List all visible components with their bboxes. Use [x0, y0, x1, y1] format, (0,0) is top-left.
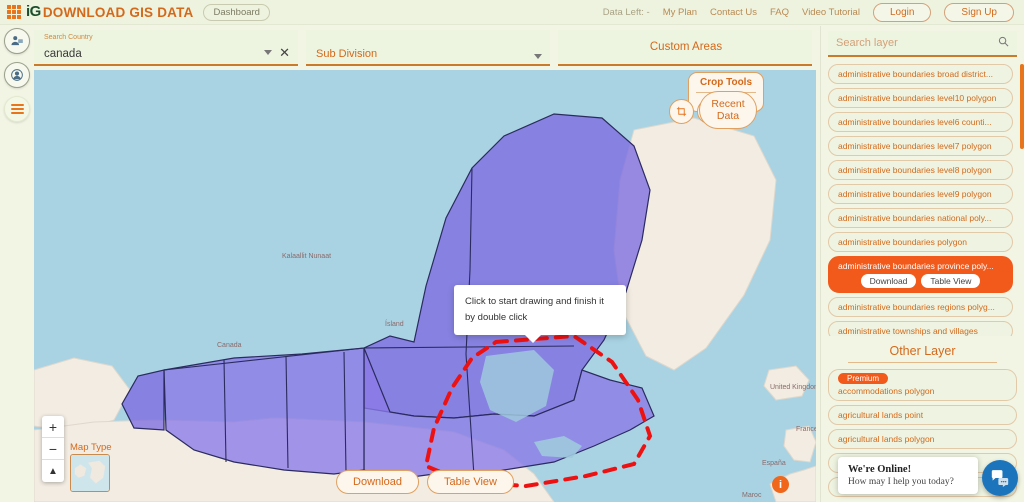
other-layer-label: accommodations polygon	[838, 386, 935, 396]
layer-item-label: administrative boundaries province poly.…	[838, 261, 994, 271]
map-zoom-controls: + − ▲	[42, 416, 64, 482]
zoom-out-button[interactable]: −	[42, 438, 64, 460]
data-left-label: Data Left: -	[602, 6, 650, 18]
chat-greeting-bubble[interactable]: We're Online! How may I help you today?	[838, 457, 978, 494]
premium-badge: Premium	[838, 373, 889, 384]
layer-item-label: administrative boundaries polygon	[838, 237, 967, 247]
signup-button[interactable]: Sign Up	[944, 2, 1014, 22]
nav-video-tutorial[interactable]: Video Tutorial	[802, 7, 860, 18]
layer-item-actions: Download Table View	[838, 274, 1003, 288]
user-account-icon[interactable]	[4, 62, 30, 88]
layer-item-label: administrative boundaries level8 polygon	[838, 165, 992, 175]
layer-item-label: administrative boundaries level6 counti.…	[838, 117, 992, 127]
other-layer-heading: Other Layer	[848, 338, 997, 363]
search-country-value: canada	[44, 48, 82, 60]
crop-icon[interactable]	[669, 99, 694, 124]
map-table-view-button[interactable]: Table View	[426, 470, 514, 494]
map-marker-pin[interactable]: i	[772, 476, 789, 493]
nav-faq[interactable]: FAQ	[770, 7, 789, 18]
custom-areas-field[interactable]: Custom Areas	[558, 30, 812, 66]
layer-list-scrollbar[interactable]	[1020, 64, 1024, 149]
layer-item[interactable]: administrative boundaries level7 polygon	[828, 136, 1013, 156]
map-label: France	[796, 426, 816, 433]
layer-item-label: administrative boundaries level10 polygo…	[838, 93, 997, 103]
other-layer-item[interactable]: agricultural lands point	[828, 405, 1017, 425]
nav-my-plan[interactable]: My Plan	[663, 7, 697, 18]
chat-title: We're Online!	[848, 464, 912, 475]
dashboard-button[interactable]: Dashboard	[203, 3, 270, 21]
map-label: España	[762, 460, 786, 467]
layer-item-label: administrative boundaries broad district…	[838, 69, 993, 79]
world-thumbnail-icon	[71, 455, 109, 491]
search-country-field[interactable]: Search Country canada ✕	[34, 30, 298, 66]
top-header: iG DOWNLOAD GIS DATA Dashboard Data Left…	[0, 0, 1024, 25]
map-download-button[interactable]: Download	[336, 470, 419, 494]
country-dropdown-caret-icon[interactable]	[264, 50, 273, 55]
other-layer-label: agricultural lands point	[838, 410, 924, 420]
layer-item[interactable]: administrative boundaries national poly.…	[828, 208, 1013, 228]
header-nav: Data Left: - My Plan Contact Us FAQ Vide…	[602, 2, 1024, 22]
map-label: Ísland	[385, 321, 404, 328]
brand-title: DOWNLOAD GIS DATA	[42, 4, 194, 20]
map-label: Canada	[217, 342, 242, 349]
layer-item-label: administrative boundaries level9 polygon	[838, 189, 992, 199]
layer-item-label: administrative boundaries regions polyg.…	[838, 302, 995, 312]
brand-logo-mark: iG	[26, 2, 41, 20]
zoom-in-button[interactable]: +	[42, 416, 64, 438]
map-basemap	[34, 70, 816, 502]
layer-list[interactable]: administrative boundaries broad district…	[828, 64, 1017, 336]
hamburger-menu-icon[interactable]	[4, 96, 30, 122]
layer-item[interactable]: administrative boundaries level9 polygon	[828, 184, 1013, 204]
chat-bubble-icon[interactable]	[982, 460, 1018, 496]
map-type-thumbnail[interactable]	[70, 454, 110, 492]
search-country-label: Search Country	[44, 34, 93, 41]
layer-table-view-button[interactable]: Table View	[921, 274, 981, 288]
search-toolbar: Search Country canada ✕ Sub Division Cus…	[34, 26, 816, 69]
layer-download-button[interactable]: Download	[860, 274, 917, 288]
chat-subtitle: How may I help you today?	[848, 477, 954, 487]
layer-item[interactable]: administrative boundaries level10 polygo…	[828, 88, 1013, 108]
compass-button[interactable]: ▲	[42, 460, 64, 482]
subdivision-dropdown-caret-icon[interactable]	[534, 54, 542, 59]
other-layer-label: agricultural lands polygon	[838, 434, 935, 444]
custom-areas-label: Custom Areas	[649, 41, 723, 53]
map-label: Kalaallit Nunaat	[282, 253, 332, 260]
country-clear-icon[interactable]: ✕	[279, 46, 290, 59]
map-canvas[interactable]: Kalaallit Nunaat Ísland Canada United Ki…	[34, 70, 816, 502]
layer-item[interactable]: administrative boundaries polygon	[828, 232, 1013, 252]
map-label: United Kingdom	[770, 384, 816, 391]
other-layer-item[interactable]: Premium accommodations polygon	[828, 369, 1017, 401]
layer-item-label: administrative boundaries national poly.…	[838, 213, 992, 223]
app-root: iG DOWNLOAD GIS DATA Dashboard Data Left…	[0, 0, 1024, 502]
layer-item-active[interactable]: administrative boundaries province poly.…	[828, 256, 1013, 293]
left-rail	[4, 28, 34, 130]
search-icon[interactable]	[998, 36, 1009, 50]
nav-contact-us[interactable]: Contact Us	[710, 7, 757, 18]
layer-panel: Search layer administrative boundaries b…	[820, 26, 1024, 502]
user-profile-icon[interactable]	[4, 28, 30, 54]
map-action-buttons: Download Table View	[336, 470, 514, 494]
layer-item[interactable]: administrative boundaries broad district…	[828, 64, 1013, 84]
login-button[interactable]: Login	[872, 2, 932, 22]
crop-tools-panel: Crop Tools Recent Data	[669, 72, 764, 129]
layer-item[interactable]: administrative boundaries level8 polygon	[828, 160, 1013, 180]
layer-item[interactable]: administrative boundaries regions polyg.…	[828, 297, 1013, 317]
layer-item-label: administrative boundaries level7 polygon	[838, 141, 992, 151]
layer-item[interactable]: administrative boundaries level6 counti.…	[828, 112, 1013, 132]
map-label: Maroc	[742, 492, 762, 499]
search-layer-placeholder: Search layer	[836, 37, 898, 49]
layer-item-label: administrative townships and villages	[838, 326, 978, 336]
drawing-tooltip: Click to start drawing and finish it by …	[454, 285, 626, 344]
app-grid-icon[interactable]	[7, 5, 21, 19]
map-type-selector[interactable]: Map Type	[70, 442, 112, 492]
map-type-label: Map Type	[70, 442, 112, 453]
sub-division-placeholder: Sub Division	[316, 48, 378, 60]
search-layer-input[interactable]: Search layer	[828, 31, 1017, 57]
layer-item[interactable]: administrative townships and villages	[828, 321, 1013, 336]
recent-data-button[interactable]: Recent Data	[699, 91, 757, 129]
other-layer-item[interactable]: agricultural lands polygon	[828, 429, 1017, 449]
sub-division-field[interactable]: Sub Division	[306, 30, 550, 66]
